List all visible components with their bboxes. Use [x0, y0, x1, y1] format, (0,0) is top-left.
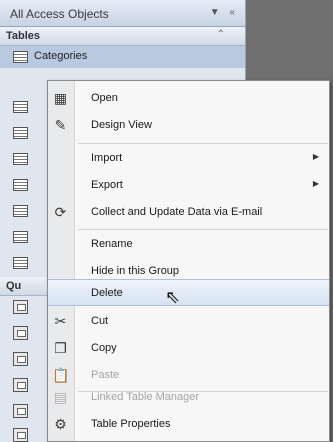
menu-item-label: Open	[91, 92, 118, 104]
menu-item-label: Copy	[91, 342, 117, 354]
menu-item-label: Rename	[91, 238, 133, 250]
query-icon[interactable]	[13, 404, 28, 418]
group-label-tables: Tables	[6, 30, 41, 42]
menu-item-label: Cut	[91, 315, 109, 327]
menu-item-label: Import	[91, 152, 123, 164]
menu-item-copy[interactable]: ❐ Copy	[48, 335, 329, 362]
open-icon: ▦	[53, 90, 68, 106]
submenu-arrow-icon: ▶	[312, 152, 319, 161]
menu-item-label: Export	[91, 179, 123, 191]
submenu-arrow-icon: ▶	[312, 179, 319, 188]
query-icon[interactable]	[13, 428, 28, 442]
copy-icon: ❐	[54, 340, 67, 356]
menu-separator	[78, 143, 328, 144]
query-icon[interactable]	[13, 300, 28, 314]
nav-pane-header[interactable]: All Access Objects ▼ «	[0, 0, 245, 27]
menu-item-delete[interactable]: Delete	[48, 279, 329, 306]
table-icon	[13, 231, 28, 243]
table-icon	[13, 205, 28, 217]
query-icon[interactable]	[13, 378, 28, 392]
collapse-chevron-icon[interactable]: ⌃	[217, 29, 225, 40]
menu-item-rename[interactable]: Rename	[48, 231, 329, 258]
menu-item-design-view[interactable]: ✎ Design View	[48, 112, 329, 139]
nav-item-categories[interactable]: Categories	[0, 46, 245, 68]
table-icon	[13, 127, 28, 139]
table-icon	[13, 51, 28, 63]
menu-item-export[interactable]: Export ▶	[48, 172, 329, 199]
menu-item-label: Linked Table Manager	[91, 391, 200, 403]
menu-item-label: Table Properties	[91, 418, 171, 430]
dropdown-icon[interactable]: ▼	[210, 7, 220, 18]
context-menu: ▦ Open ✎ Design View Import ▶ Export ▶ ⟳…	[47, 80, 330, 442]
design-view-icon: ✎	[54, 117, 67, 133]
table-properties-icon: ⚙	[54, 416, 67, 432]
mouse-cursor-icon: ⇖	[165, 287, 181, 307]
menu-item-label: Design View	[91, 119, 152, 131]
query-icon[interactable]	[13, 326, 28, 340]
menu-item-open[interactable]: ▦ Open	[48, 85, 329, 112]
menu-item-label: Delete	[91, 287, 123, 299]
cut-icon: ✂	[54, 313, 67, 329]
menu-item-cut[interactable]: ✂ Cut	[48, 308, 329, 335]
menu-item-label: Hide in this Group	[91, 265, 180, 277]
table-icon	[13, 179, 28, 191]
query-icon[interactable]	[13, 352, 28, 366]
table-icon	[13, 257, 28, 269]
linked-table-icon: ▤	[53, 389, 68, 405]
menu-item-collect-data[interactable]: ⟳ Collect and Update Data via E-mail	[48, 199, 329, 226]
menu-separator	[78, 229, 328, 230]
menu-item-table-properties[interactable]: ⚙ Table Properties	[48, 411, 329, 438]
group-tables[interactable]: Tables ⌃	[0, 27, 245, 46]
nav-pane-title[interactable]: All Access Objects	[10, 7, 109, 21]
menu-item-import[interactable]: Import ▶	[48, 145, 329, 172]
table-icon	[13, 153, 28, 165]
menu-item-linked-table-manager[interactable]: ▤ Linked Table Manager	[48, 384, 329, 411]
menu-item-label: Paste	[91, 369, 120, 381]
group-label-queries: Qu	[6, 280, 22, 292]
nav-item-label: Categories	[34, 50, 88, 62]
paste-icon: 📋	[52, 367, 70, 383]
menu-item-label: Collect and Update Data via E-mail	[91, 206, 263, 218]
collect-email-icon: ⟳	[54, 204, 67, 220]
table-icon	[13, 101, 28, 113]
collapse-icon[interactable]: «	[229, 7, 235, 18]
